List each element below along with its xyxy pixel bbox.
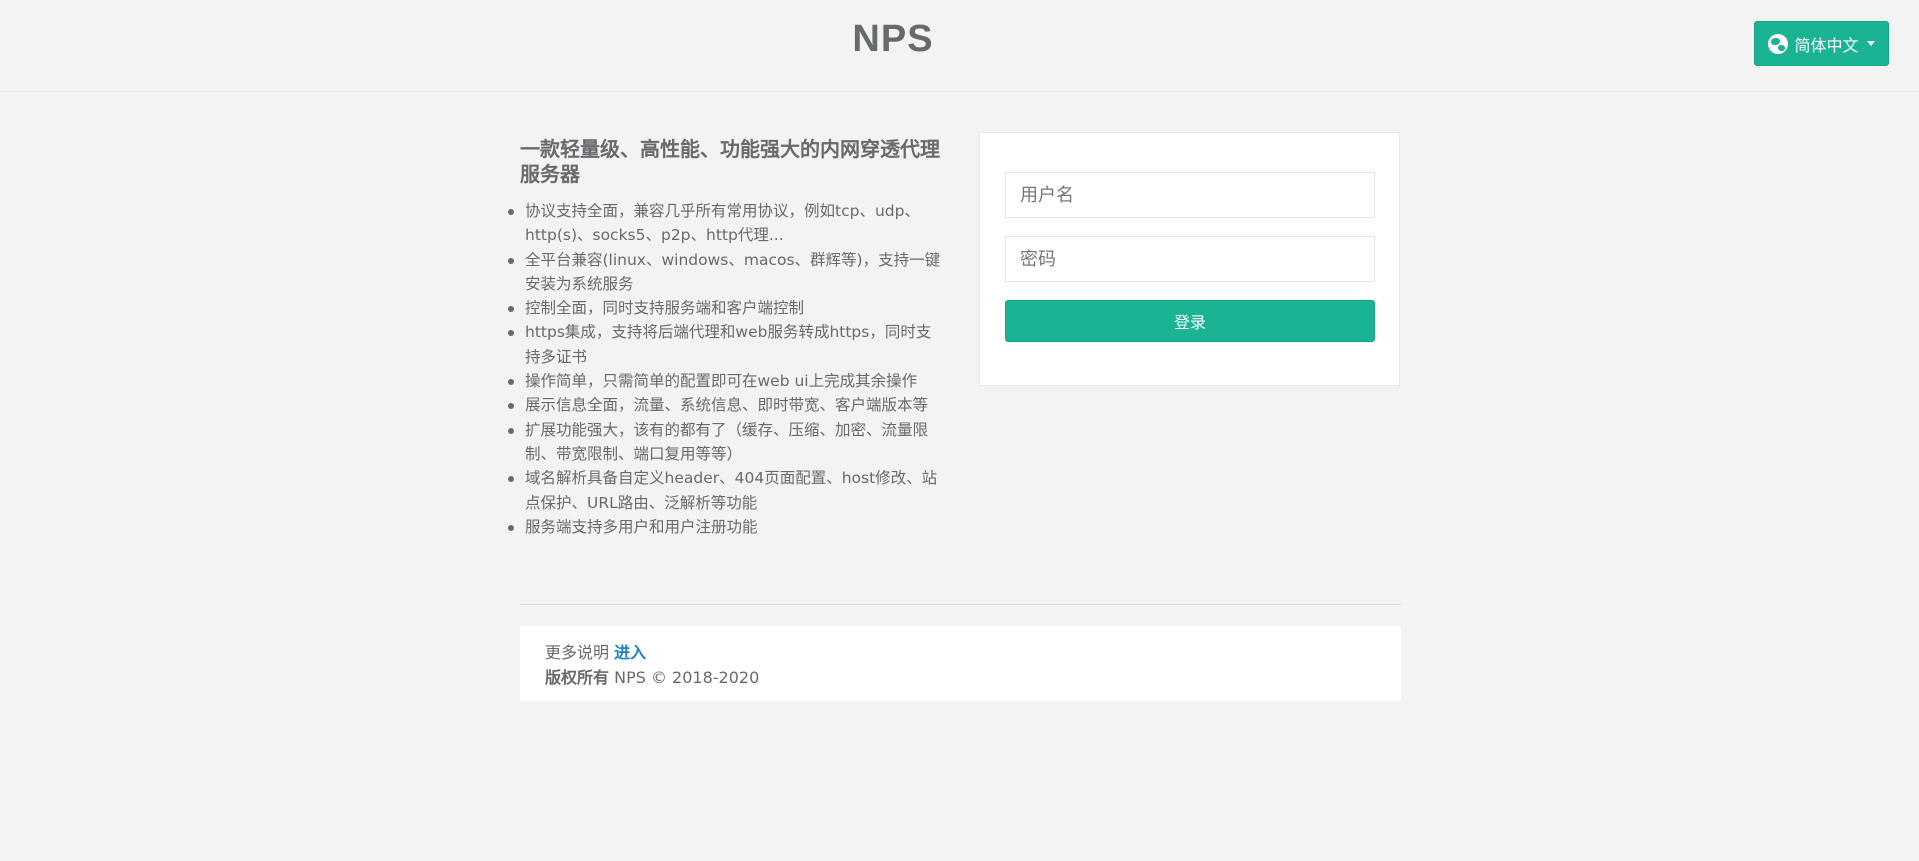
language-label: 简体中文	[1794, 35, 1859, 55]
footer-more-label: 更多说明	[545, 643, 610, 662]
globe-icon	[1768, 33, 1789, 54]
feature-item: 控制全面，同时支持服务端和客户端控制	[508, 296, 945, 320]
feature-item: 展示信息全面，流量、系统信息、即时带宽、客户端版本等	[508, 393, 945, 417]
top-navbar: NPS 简体中文	[0, 0, 1919, 92]
password-input[interactable]	[1005, 236, 1375, 282]
feature-item: 扩展功能强大，该有的都有了（缓存、压缩、加密、流量限制、带宽限制、端口复用等等）	[508, 418, 945, 467]
chevron-down-icon	[1866, 41, 1875, 46]
copyright-label: 版权所有	[545, 667, 610, 687]
feature-list: 协议支持全面，兼容几乎所有常用协议，例如tcp、udp、http(s)、sock…	[508, 199, 945, 539]
feature-headline: 一款轻量级、高性能、功能强大的内网穿透代理服务器	[520, 137, 940, 186]
login-form: 登录	[979, 132, 1400, 386]
language-dropdown-button[interactable]: 简体中文	[1754, 21, 1889, 66]
footer-copyright-line: 版权所有 NPS © 2018-2020	[545, 666, 1376, 691]
feature-item: 操作简单，只需简单的配置即可在web ui上完成其余操作	[508, 369, 945, 393]
feature-item: 协议支持全面，兼容几乎所有常用协议，例如tcp、udp、http(s)、sock…	[508, 199, 945, 248]
feature-item: 域名解析具备自定义header、404页面配置、host修改、站点保护、URL路…	[508, 466, 945, 515]
username-input[interactable]	[1005, 172, 1375, 218]
footer-more-line: 更多说明 进入	[545, 641, 1376, 666]
login-button[interactable]: 登录	[1005, 300, 1375, 342]
divider	[520, 604, 1401, 605]
brand-title: NPS	[852, 18, 934, 60]
feature-item: 全平台兼容(linux、windows、macos、群辉等)，支持一键安装为系统…	[508, 248, 945, 297]
feature-panel: 一款轻量级、高性能、功能强大的内网穿透代理服务器 协议支持全面，兼容几乎所有常用…	[508, 137, 945, 539]
feature-item: 服务端支持多用户和用户注册功能	[508, 515, 945, 539]
footer: 更多说明 进入 版权所有 NPS © 2018-2020	[520, 626, 1401, 701]
docs-link[interactable]: 进入	[614, 643, 646, 662]
feature-item: https集成，支持将后端代理和web服务转成https，同时支持多证书	[508, 320, 945, 369]
copyright-text: NPS © 2018-2020	[614, 667, 760, 687]
